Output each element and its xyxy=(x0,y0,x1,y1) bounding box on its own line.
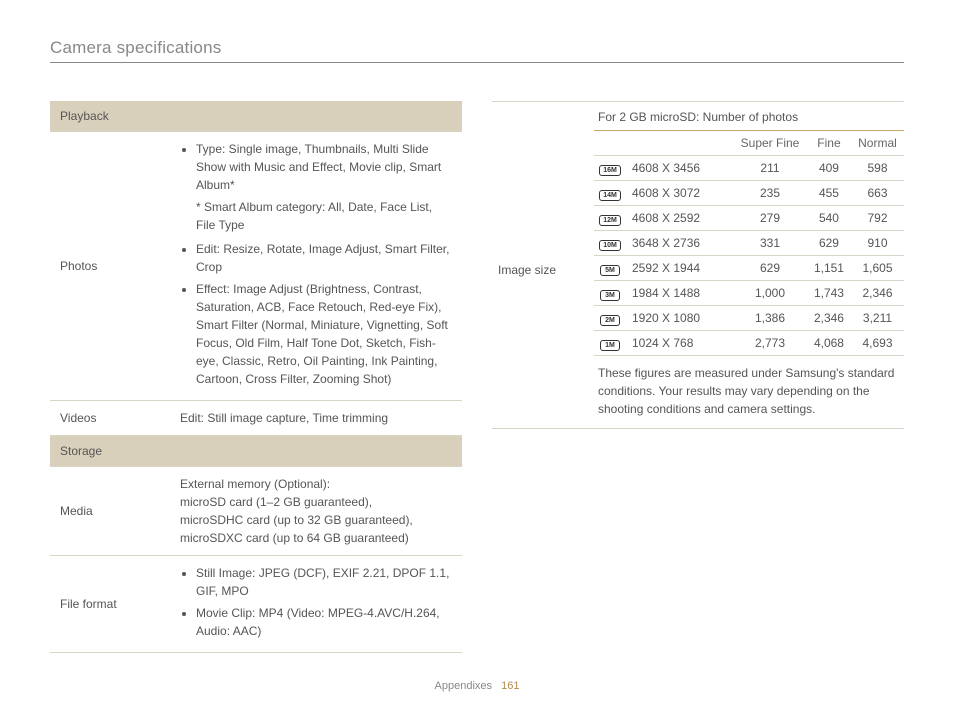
page-number: 161 xyxy=(501,680,519,692)
left-column: Playback Photos Type: Single image, Thum… xyxy=(50,101,462,653)
megapixel-icon: 12M xyxy=(599,215,621,226)
normal-cell: 1,605 xyxy=(851,256,904,281)
normal-cell: 3,211 xyxy=(851,306,904,331)
megapixel-icon: 10M xyxy=(599,240,621,251)
resolution-cell: 4608 X 3072 xyxy=(626,181,733,206)
resolution-cell: 1920 X 1080 xyxy=(626,306,733,331)
text-line: microSDXC card (up to 64 GB guaranteed) xyxy=(180,529,452,547)
text-line: microSDHC card (up to 32 GB guaranteed), xyxy=(180,511,452,529)
resolution-cell: 2592 X 1944 xyxy=(626,256,733,281)
resolution-cell: 1984 X 1488 xyxy=(626,281,733,306)
fine-cell: 629 xyxy=(807,231,851,256)
spec-label: Photos xyxy=(50,132,170,401)
normal-cell: 598 xyxy=(851,156,904,181)
spec-value: External memory (Optional): microSD card… xyxy=(170,467,462,556)
section-header-storage: Storage xyxy=(50,436,462,467)
text-line: External memory (Optional): xyxy=(180,475,452,493)
normal-cell: 792 xyxy=(851,206,904,231)
megapixel-icon: 14M xyxy=(599,190,621,201)
normal-cell: 2,346 xyxy=(851,281,904,306)
bullet: Edit: Resize, Rotate, Image Adjust, Smar… xyxy=(196,240,452,276)
fine-cell: 540 xyxy=(807,206,851,231)
superfine-cell: 211 xyxy=(733,156,807,181)
spec-row-media: Media External memory (Optional): microS… xyxy=(50,467,462,556)
resolution-cell: 4608 X 3456 xyxy=(626,156,733,181)
table-row: 5M 2592 X 19446291,1511,605 xyxy=(594,256,904,281)
spec-row-photos: Photos Type: Single image, Thumbnails, M… xyxy=(50,132,462,401)
table-row: 1M 1024 X 7682,7734,0684,693 xyxy=(594,331,904,356)
section-header-label: Playback xyxy=(50,101,462,132)
normal-cell: 4,693 xyxy=(851,331,904,356)
bullet: Type: Single image, Thumbnails, Multi Sl… xyxy=(196,140,452,194)
superfine-cell: 2,773 xyxy=(733,331,807,356)
sub-note: * Smart Album category: All, Date, Face … xyxy=(180,198,452,234)
right-column: Image size For 2 GB microSD: Number of p… xyxy=(492,101,904,653)
spec-row-videos: Videos Edit: Still image capture, Time t… xyxy=(50,401,462,436)
image-size-caption: For 2 GB microSD: Number of photos xyxy=(594,108,904,131)
table-row: 3M 1984 X 14881,0001,7432,346 xyxy=(594,281,904,306)
normal-cell: 910 xyxy=(851,231,904,256)
mp-icon-cell: 16M xyxy=(594,156,626,181)
fine-cell: 4,068 xyxy=(807,331,851,356)
mp-icon-cell: 14M xyxy=(594,181,626,206)
resolution-cell: 3648 X 2736 xyxy=(626,231,733,256)
fine-cell: 1,151 xyxy=(807,256,851,281)
spec-value: Type: Single image, Thumbnails, Multi Sl… xyxy=(170,132,462,401)
footer-section: Appendixes xyxy=(435,680,493,692)
spec-label: Videos xyxy=(50,401,170,436)
mp-icon-cell: 2M xyxy=(594,306,626,331)
superfine-cell: 1,386 xyxy=(733,306,807,331)
spec-value: Still Image: JPEG (DCF), EXIF 2.21, DPOF… xyxy=(170,556,462,653)
col-header-superfine: Super Fine xyxy=(733,131,807,156)
megapixel-icon: 2M xyxy=(600,315,620,326)
superfine-cell: 235 xyxy=(733,181,807,206)
page-title: Camera specifications xyxy=(50,38,904,63)
table-row: 14M 4608 X 3072235455663 xyxy=(594,181,904,206)
bullet: Still Image: JPEG (DCF), EXIF 2.21, DPOF… xyxy=(196,564,452,600)
mp-icon-cell: 12M xyxy=(594,206,626,231)
fine-cell: 2,346 xyxy=(807,306,851,331)
megapixel-icon: 1M xyxy=(600,340,620,351)
spec-label: Media xyxy=(50,467,170,556)
superfine-cell: 1,000 xyxy=(733,281,807,306)
table-row: 10M 3648 X 2736331629910 xyxy=(594,231,904,256)
spec-row-fileformat: File format Still Image: JPEG (DCF), EXI… xyxy=(50,556,462,653)
text-line: microSD card (1–2 GB guaranteed), xyxy=(180,493,452,511)
fine-cell: 455 xyxy=(807,181,851,206)
table-row: 2M 1920 X 10801,3862,3463,211 xyxy=(594,306,904,331)
mp-icon-cell: 5M xyxy=(594,256,626,281)
spec-table: Playback Photos Type: Single image, Thum… xyxy=(50,101,462,653)
image-size-label: Image size xyxy=(492,102,594,428)
normal-cell: 663 xyxy=(851,181,904,206)
resolution-cell: 1024 X 768 xyxy=(626,331,733,356)
bullet: Effect: Image Adjust (Brightness, Contra… xyxy=(196,280,452,388)
megapixel-icon: 16M xyxy=(599,165,621,176)
table-row: 12M 4608 X 2592279540792 xyxy=(594,206,904,231)
col-header-empty xyxy=(594,131,733,156)
image-size-footnote: These figures are measured under Samsung… xyxy=(594,356,904,418)
fine-cell: 409 xyxy=(807,156,851,181)
mp-icon-cell: 10M xyxy=(594,231,626,256)
mp-icon-cell: 1M xyxy=(594,331,626,356)
page-footer: Appendixes 161 xyxy=(0,680,954,692)
section-header-playback: Playback xyxy=(50,101,462,132)
megapixel-icon: 3M xyxy=(600,290,620,301)
image-size-table: Super Fine Fine Normal 16M 4608 X 3456211… xyxy=(594,131,904,356)
mp-icon-cell: 3M xyxy=(594,281,626,306)
megapixel-icon: 5M xyxy=(600,265,620,276)
superfine-cell: 331 xyxy=(733,231,807,256)
superfine-cell: 279 xyxy=(733,206,807,231)
bullet: Movie Clip: MP4 (Video: MPEG-4.AVC/H.264… xyxy=(196,604,452,640)
spec-label: File format xyxy=(50,556,170,653)
fine-cell: 1,743 xyxy=(807,281,851,306)
col-header-normal: Normal xyxy=(851,131,904,156)
table-row: 16M 4608 X 3456211409598 xyxy=(594,156,904,181)
table-header-row: Super Fine Fine Normal xyxy=(594,131,904,156)
section-header-label: Storage xyxy=(50,436,462,467)
resolution-cell: 4608 X 2592 xyxy=(626,206,733,231)
col-header-fine: Fine xyxy=(807,131,851,156)
spec-value: Edit: Still image capture, Time trimming xyxy=(170,401,462,436)
superfine-cell: 629 xyxy=(733,256,807,281)
